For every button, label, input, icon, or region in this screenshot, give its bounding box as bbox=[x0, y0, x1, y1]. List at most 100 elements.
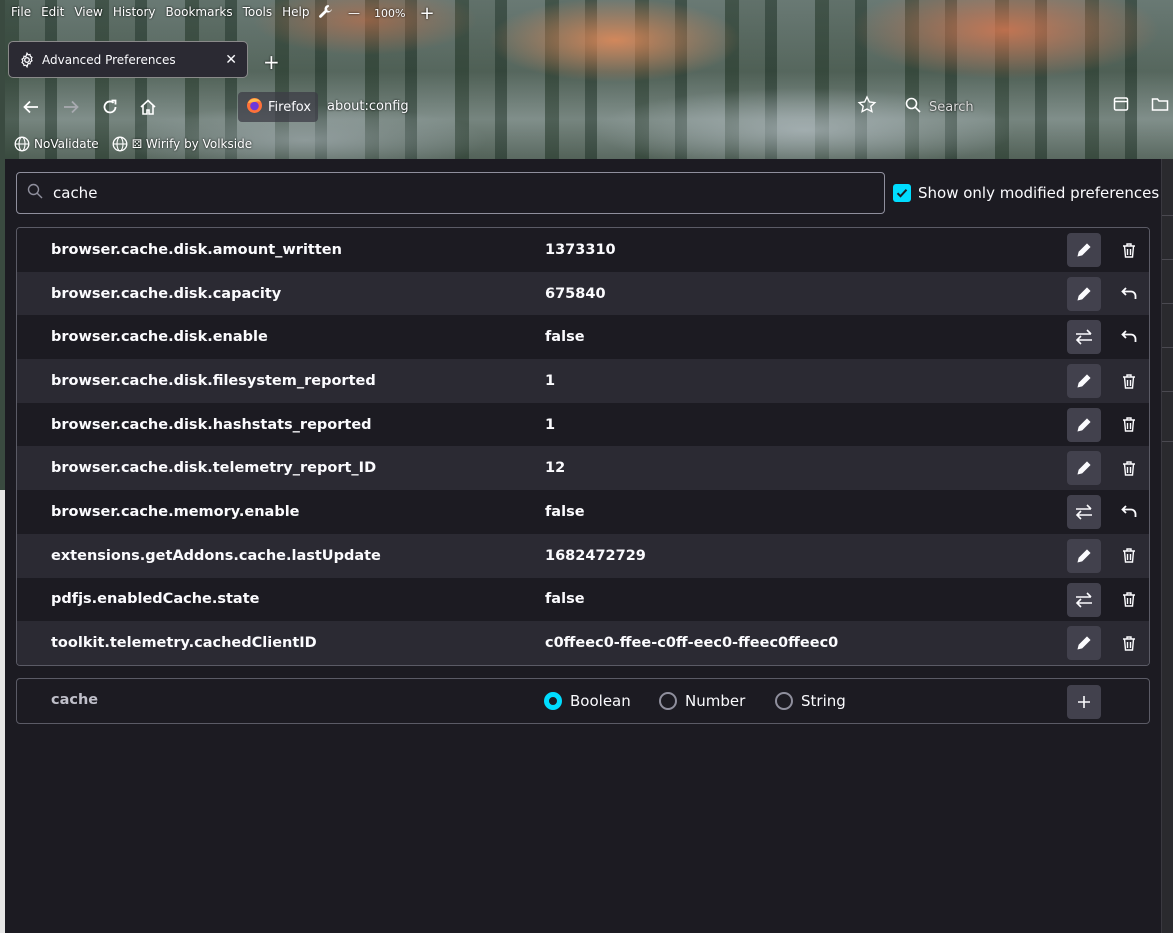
delete-button[interactable] bbox=[1115, 451, 1143, 485]
edit-button[interactable] bbox=[1067, 626, 1101, 661]
preference-name: browser.cache.disk.amount_written bbox=[51, 241, 342, 258]
preference-value: 1 bbox=[545, 372, 556, 389]
preference-name: browser.cache.disk.telemetry_report_ID bbox=[51, 460, 377, 477]
preference-row[interactable]: browser.cache.disk.telemetry_report_ID 12 bbox=[17, 446, 1149, 491]
delete-button[interactable] bbox=[1115, 583, 1143, 617]
menu-help[interactable]: Help bbox=[282, 5, 309, 19]
preference-row[interactable]: browser.cache.disk.enable false bbox=[17, 315, 1149, 360]
url-input[interactable]: about:config bbox=[327, 99, 409, 114]
delete-button[interactable] bbox=[1115, 539, 1143, 573]
search-bar[interactable]: Search bbox=[905, 97, 974, 117]
reset-button[interactable] bbox=[1115, 320, 1143, 354]
home-icon[interactable] bbox=[136, 95, 160, 119]
pencil-icon bbox=[1077, 374, 1091, 388]
preference-row[interactable]: toolkit.telemetry.cachedClientID c0ffeec0… bbox=[17, 621, 1149, 665]
preference-value: 1682472729 bbox=[545, 547, 646, 564]
identity-box[interactable]: Firefox bbox=[238, 92, 318, 122]
menu-history[interactable]: History bbox=[113, 5, 156, 19]
trash-icon bbox=[1123, 373, 1135, 389]
menu-bookmarks[interactable]: Bookmarks bbox=[166, 5, 233, 19]
tab-title: Advanced Preferences bbox=[42, 52, 176, 67]
preference-row[interactable]: browser.cache.memory.enable false bbox=[17, 490, 1149, 534]
type-radio-boolean[interactable]: Boolean bbox=[544, 692, 631, 710]
preference-row[interactable]: browser.cache.disk.capacity 675840 bbox=[17, 271, 1149, 316]
bookmarks-toolbar: NoValidate ⚄ Wirify by Volkside bbox=[5, 133, 256, 155]
preference-value: 1373310 bbox=[545, 241, 616, 258]
preference-row[interactable]: browser.cache.disk.amount_written 1373310 bbox=[17, 228, 1149, 272]
toggle-button[interactable] bbox=[1067, 495, 1101, 530]
close-icon[interactable]: ✕ bbox=[225, 52, 237, 68]
plus-icon bbox=[1078, 696, 1090, 708]
delete-button[interactable] bbox=[1115, 233, 1143, 267]
radio-unselected-icon[interactable] bbox=[775, 692, 793, 710]
delete-button[interactable] bbox=[1115, 626, 1143, 660]
menu-file[interactable]: File bbox=[11, 5, 31, 19]
globe-icon bbox=[112, 136, 128, 152]
type-radio-number[interactable]: Number bbox=[659, 692, 745, 710]
show-modified-checkbox[interactable]: Show only modified preferences bbox=[893, 184, 1159, 202]
preference-row[interactable]: pdfjs.enabledCache.state false bbox=[17, 577, 1149, 622]
reset-button[interactable] bbox=[1115, 277, 1143, 311]
radio-selected-icon[interactable] bbox=[544, 692, 562, 710]
preference-value: 1 bbox=[545, 416, 556, 433]
preferences-table: browser.cache.disk.amount_written 1373310… bbox=[16, 227, 1150, 666]
edit-button[interactable] bbox=[1067, 364, 1101, 399]
window-edge bbox=[1161, 159, 1173, 933]
reload-icon[interactable] bbox=[98, 95, 122, 119]
preference-row[interactable]: browser.cache.disk.hashstats_reported 1 bbox=[17, 402, 1149, 447]
edit-button[interactable] bbox=[1067, 233, 1101, 267]
menu-edit[interactable]: Edit bbox=[41, 5, 64, 19]
trash-icon bbox=[1123, 242, 1135, 258]
edit-button[interactable] bbox=[1067, 276, 1101, 311]
folder-icon[interactable] bbox=[1151, 96, 1169, 116]
back-icon[interactable] bbox=[19, 95, 43, 119]
menu-tools[interactable]: Tools bbox=[243, 5, 273, 19]
radio-unselected-icon[interactable] bbox=[659, 692, 677, 710]
preference-name: pdfjs.enabledCache.state bbox=[51, 591, 260, 608]
pencil-icon bbox=[1077, 636, 1091, 650]
zoom-in-button[interactable]: + bbox=[419, 3, 434, 24]
preference-value: c0ffeec0-ffee-c0ff-eec0-ffeec0ffeec0 bbox=[545, 635, 839, 652]
preference-name: extensions.getAddons.cache.lastUpdate bbox=[51, 547, 381, 564]
firefox-icon bbox=[246, 97, 263, 118]
toggle-icon bbox=[1075, 504, 1092, 520]
sidebar-icon[interactable] bbox=[1113, 96, 1129, 116]
bookmark-label: ⚄ Wirify by Volkside bbox=[131, 137, 253, 151]
pencil-icon bbox=[1077, 287, 1091, 301]
preference-row[interactable]: browser.cache.disk.filesystem_reported 1 bbox=[17, 359, 1149, 403]
edit-button[interactable] bbox=[1067, 538, 1101, 573]
preference-row[interactable]: extensions.getAddons.cache.lastUpdate 168… bbox=[17, 533, 1149, 578]
gear-icon bbox=[19, 51, 35, 68]
zoom-out-button[interactable]: — bbox=[348, 6, 360, 20]
edit-button[interactable] bbox=[1067, 407, 1101, 442]
preference-value: false bbox=[545, 503, 585, 520]
toggle-button[interactable] bbox=[1067, 582, 1101, 617]
add-preference-button[interactable] bbox=[1067, 685, 1101, 719]
radio-label: Boolean bbox=[570, 692, 631, 710]
wrench-icon[interactable] bbox=[318, 4, 334, 23]
toggle-button[interactable] bbox=[1067, 320, 1101, 355]
reset-button[interactable] bbox=[1115, 495, 1143, 529]
edit-button[interactable] bbox=[1067, 451, 1101, 486]
tab-advanced-preferences[interactable]: Advanced Preferences ✕ bbox=[8, 41, 248, 78]
star-icon[interactable] bbox=[857, 95, 877, 119]
menu-bar: File Edit View History Bookmarks Tools H… bbox=[5, 0, 320, 24]
new-tab-button[interactable]: + bbox=[263, 50, 280, 74]
type-radio-string[interactable]: String bbox=[775, 692, 846, 710]
bookmark-wirify[interactable]: ⚄ Wirify by Volkside bbox=[112, 136, 252, 152]
preference-name: browser.cache.disk.hashstats_reported bbox=[51, 416, 372, 433]
preference-name: browser.cache.memory.enable bbox=[51, 503, 300, 520]
zoom-level[interactable]: 100% bbox=[374, 7, 405, 20]
browser-chrome: File Edit View History Bookmarks Tools H… bbox=[5, 0, 1173, 159]
forward-icon[interactable] bbox=[59, 95, 83, 119]
delete-button[interactable] bbox=[1115, 408, 1143, 442]
checkbox-checked-icon[interactable] bbox=[893, 184, 911, 202]
preference-name: browser.cache.disk.filesystem_reported bbox=[51, 372, 376, 389]
delete-button[interactable] bbox=[1115, 364, 1143, 398]
bookmark-novalidate[interactable]: NoValidate bbox=[14, 136, 99, 152]
preference-search-input[interactable]: cache bbox=[16, 172, 885, 214]
add-preference-row: cache Boolean Number String bbox=[16, 678, 1150, 724]
menu-view[interactable]: View bbox=[74, 5, 102, 19]
trash-icon bbox=[1123, 417, 1135, 432]
undo-icon bbox=[1121, 505, 1137, 518]
